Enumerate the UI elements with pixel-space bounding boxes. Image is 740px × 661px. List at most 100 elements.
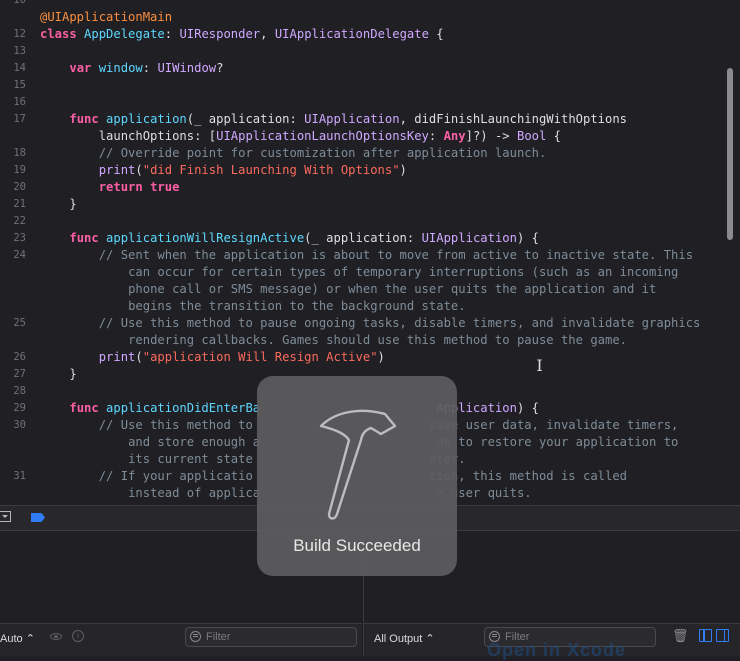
code-token: window	[98, 61, 143, 75]
code-token: applicationWillResignActive	[106, 231, 305, 245]
code-token: }	[40, 197, 77, 211]
code-token: func	[69, 112, 107, 126]
code-token: ,	[260, 27, 275, 41]
line-number: 30	[13, 419, 26, 431]
code-token: (_ application:	[186, 112, 305, 126]
code-token: "application Will Resign Active"	[142, 350, 378, 364]
trash-icon[interactable]: 🗑	[672, 629, 689, 643]
code-text: // Sent when the application is about to…	[40, 247, 693, 264]
code-token: }	[40, 367, 77, 381]
line-number: 27	[13, 368, 26, 380]
code-token: applicationDidEnterBa	[106, 401, 261, 415]
code-token: UIApplicationDelegate	[274, 27, 429, 41]
show-console-view-icon[interactable]	[716, 629, 729, 642]
editor-scrollbar[interactable]	[727, 68, 733, 240]
code-token: // Override point for customization afte…	[98, 146, 547, 160]
code-token: UIWindow	[157, 61, 217, 75]
info-icon[interactable]: i	[72, 630, 84, 642]
line-number: 29	[13, 402, 26, 414]
code-token: // Use this method to pause ongoing task…	[98, 316, 701, 330]
scope-popup-button[interactable]: Auto ⌃	[0, 632, 35, 645]
code-token: )	[399, 163, 407, 177]
code-text: func applicationWillResignActive(_ appli…	[40, 230, 539, 247]
build-status-text: Build Succeeded	[293, 536, 421, 555]
line-number: 15	[13, 79, 26, 91]
line-number: 10	[13, 0, 26, 6]
code-text: }	[40, 366, 77, 383]
eye-icon[interactable]	[50, 633, 62, 640]
code-token: {	[428, 27, 444, 41]
code-text: launchOptions: [UIApplicationLaunchOptio…	[40, 128, 561, 145]
code-token: "did Finish Launching With Options"	[142, 163, 400, 177]
code-token: func	[69, 231, 107, 245]
code-token: ?	[216, 61, 224, 75]
code-text: class AppDelegate: UIResponder, UIApplic…	[40, 26, 444, 43]
breakpoints-toggle-icon[interactable]	[31, 513, 45, 522]
code-token: :	[428, 129, 444, 143]
code-token: AppDelegate	[84, 27, 165, 41]
code-token: phone call or SMS message) or when the u…	[128, 282, 657, 296]
ibeam-cursor-icon: I	[536, 356, 543, 375]
code-token: (	[135, 163, 143, 177]
code-token: , didFinishLaunchingWithOptions	[399, 112, 628, 126]
code-text: print("did Finish Launching With Options…	[40, 162, 407, 179]
output-popup-label: All Output	[374, 633, 423, 645]
code-token: UIApplication	[421, 231, 517, 245]
code-token: func	[69, 401, 107, 415]
code-token: class	[40, 27, 85, 41]
code-token: ]?) ->	[465, 129, 517, 143]
line-number: 31	[13, 470, 26, 482]
code-token: begins the transition to the background …	[128, 299, 466, 313]
line-number: 26	[13, 351, 26, 363]
code-token: // Sent when the application is about to…	[98, 248, 694, 262]
code-token: {	[546, 129, 562, 143]
line-number: 18	[13, 147, 26, 159]
code-token: (	[135, 350, 143, 364]
build-succeeded-hud: Build Succeeded	[257, 376, 457, 576]
output-popup-button[interactable]: All Output ⌃	[374, 632, 435, 645]
code-token: UIApplicationLaunchOptionsKey	[216, 129, 429, 143]
code-text: @UIApplicationMain	[40, 9, 172, 26]
code-token: ) {	[516, 231, 539, 245]
code-token: :	[142, 61, 158, 75]
code-token: UIResponder	[179, 27, 261, 41]
code-text: return true	[40, 179, 180, 196]
chevron-updown-icon: ⌃	[22, 633, 35, 645]
chevron-updown-icon: ⌃	[422, 633, 435, 645]
line-number: 24	[13, 249, 26, 261]
filter-icon	[190, 631, 201, 642]
code-text: // Use this method to pause ongoing task…	[40, 315, 701, 332]
code-token: can occur for certain types of temporary…	[128, 265, 679, 279]
line-number: 16	[13, 96, 26, 108]
code-token: rendering callbacks. Games should use th…	[128, 333, 628, 347]
variables-filter-field[interactable]	[185, 627, 357, 647]
code-text: can occur for certain types of temporary…	[40, 264, 678, 281]
code-token: (_ application:	[304, 231, 422, 245]
line-number: 19	[13, 164, 26, 176]
code-text: print("application Will Resign Active")	[40, 349, 385, 366]
code-token: print	[98, 163, 136, 177]
code-token: UIApplication	[304, 112, 400, 126]
line-number: 14	[13, 62, 26, 74]
scope-popup-label: Auto	[0, 633, 23, 645]
line-number: 13	[13, 45, 26, 57]
hide-debug-area-button[interactable]	[0, 511, 11, 522]
show-variables-view-icon[interactable]	[699, 629, 712, 642]
code-token: return true	[98, 180, 180, 194]
line-number: 23	[13, 232, 26, 244]
code-text: func application(_ application: UIApplic…	[40, 111, 627, 128]
line-number: 25	[13, 317, 26, 329]
variables-filter-input[interactable]	[206, 629, 346, 645]
